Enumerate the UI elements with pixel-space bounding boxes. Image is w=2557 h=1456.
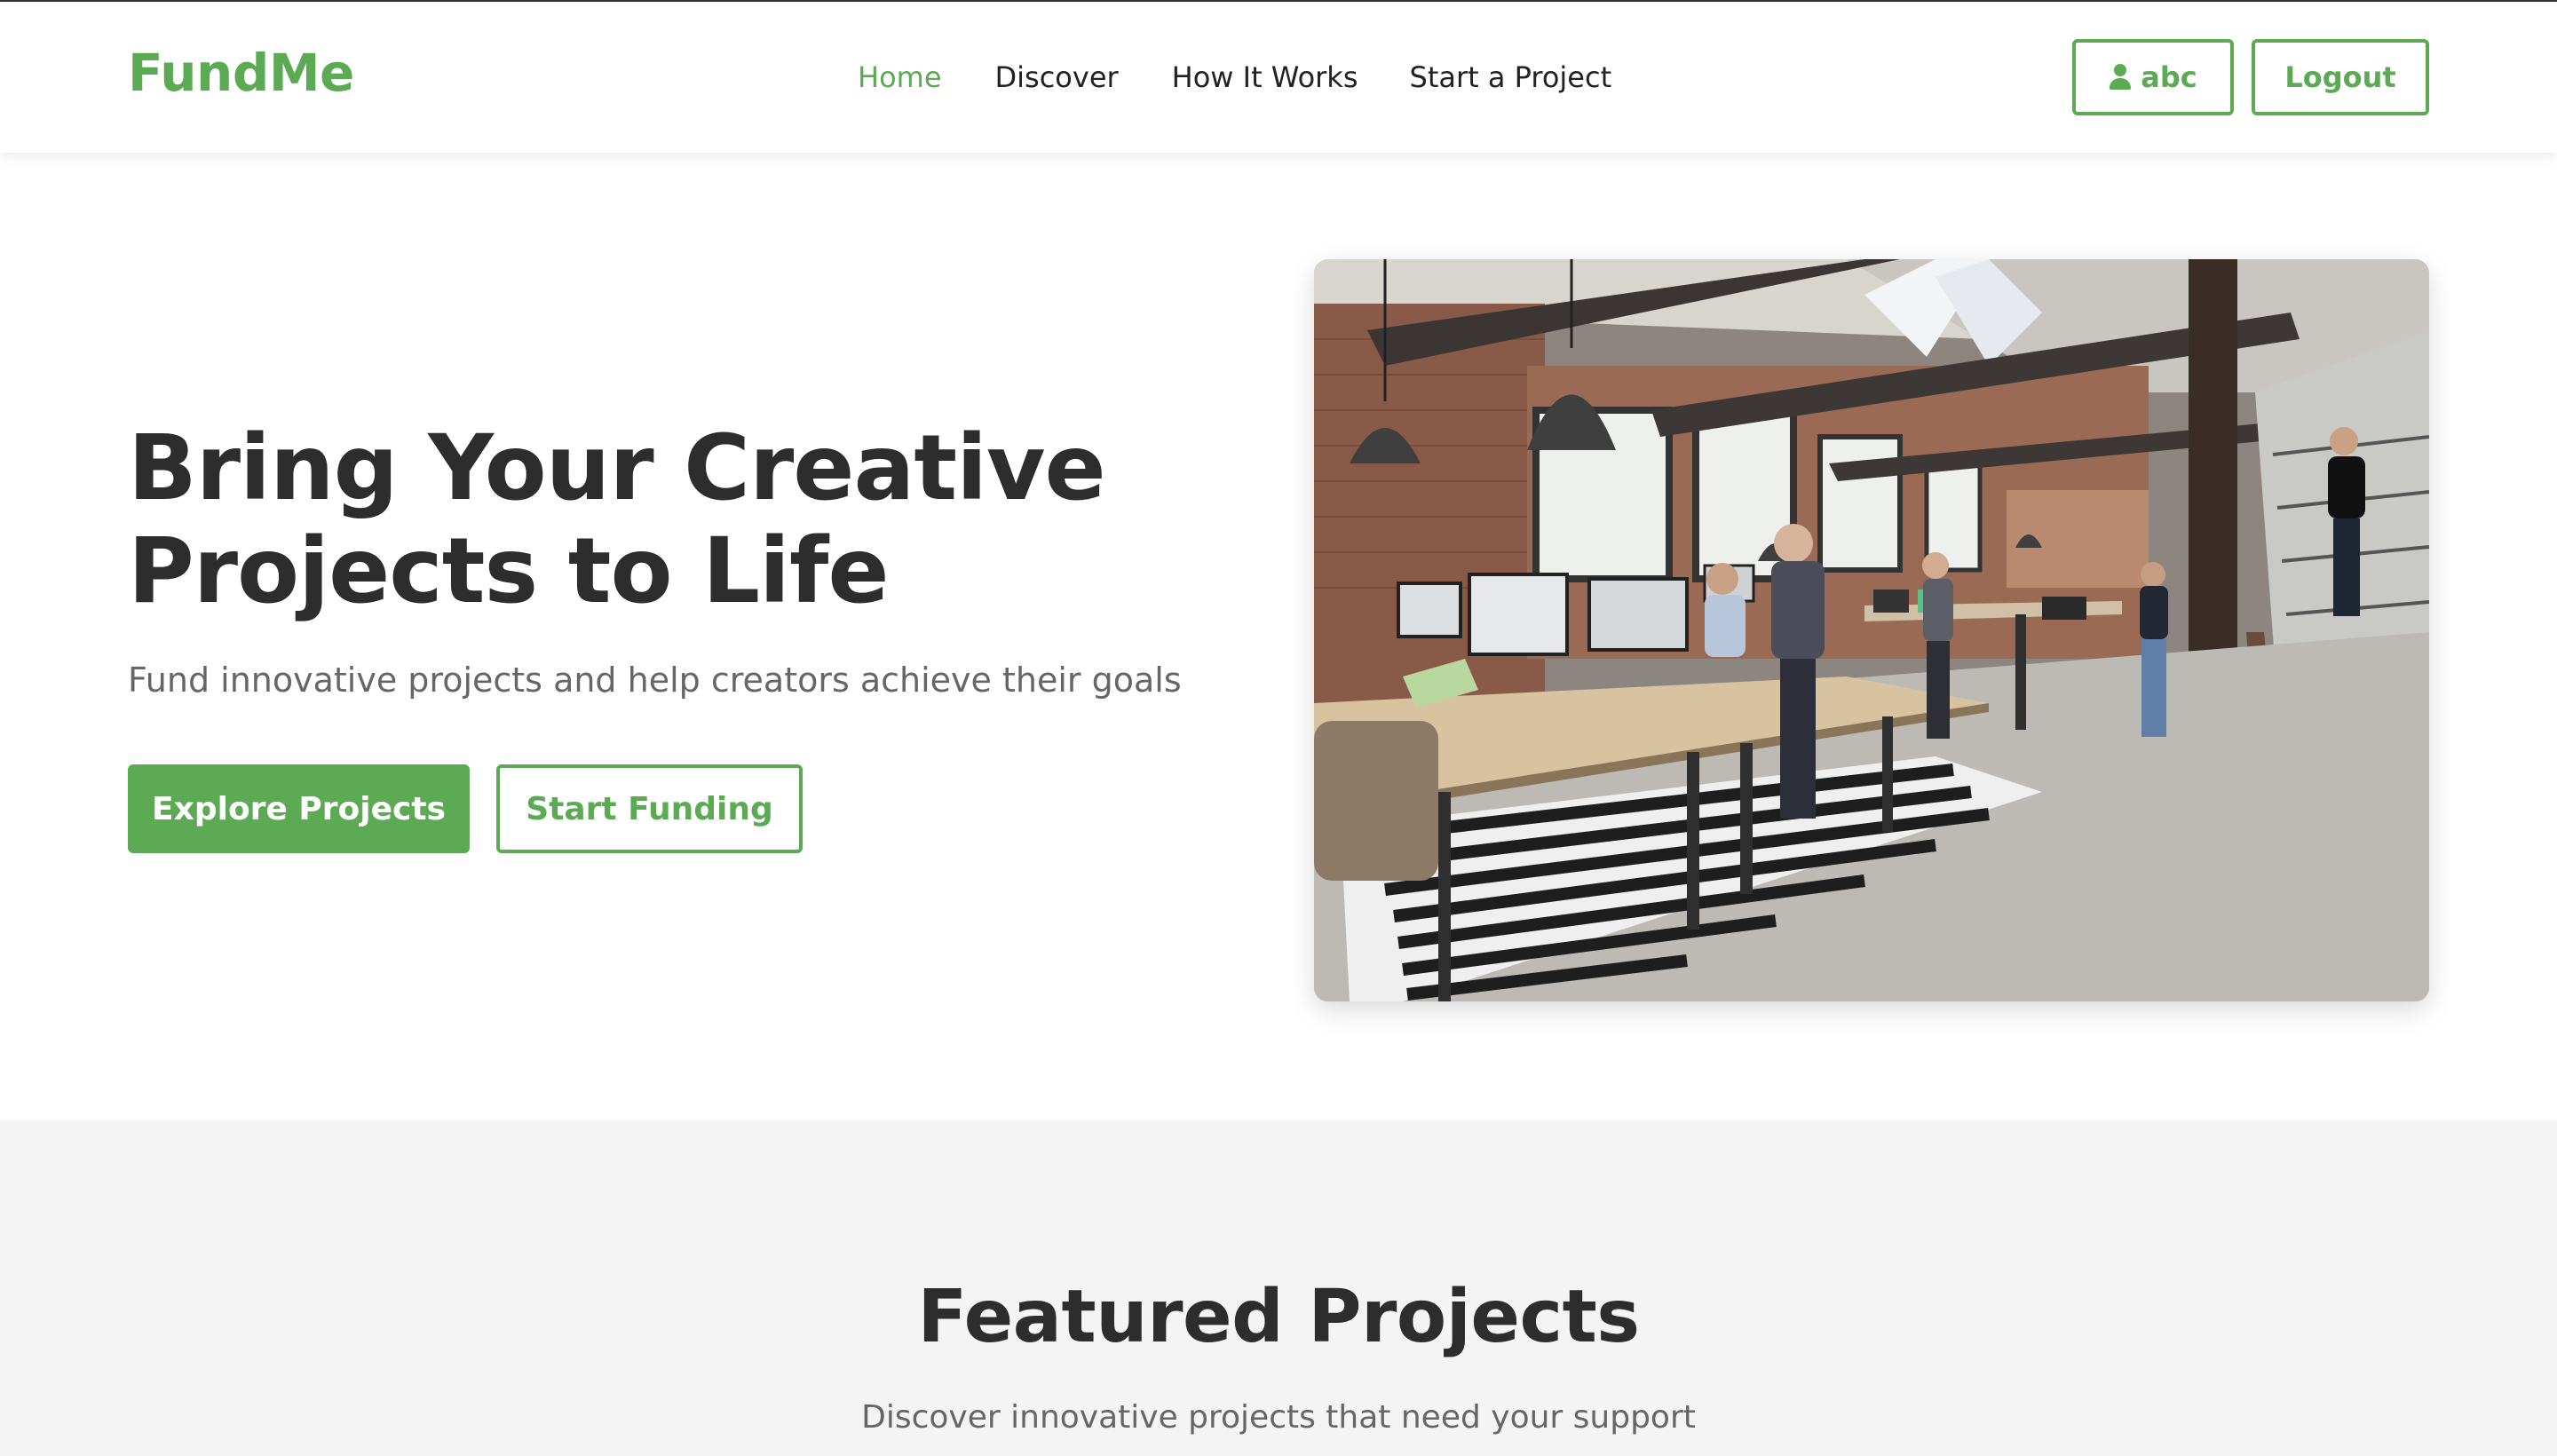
- hero-subtitle: Fund innovative projects and help creato…: [128, 661, 1182, 700]
- nav-home[interactable]: Home: [858, 60, 942, 94]
- explore-projects-button[interactable]: Explore Projects: [128, 764, 470, 853]
- hero-title-line-2: Projects to Life: [128, 518, 890, 624]
- hero-title: Bring Your Creative Projects to Life: [128, 417, 1193, 623]
- user-profile-button[interactable]: abc: [2072, 39, 2234, 115]
- nav-how-it-works[interactable]: How It Works: [1172, 60, 1358, 94]
- hero-image: [1314, 259, 2429, 1001]
- featured-title: Featured Projects: [917, 1275, 1640, 1359]
- hero-title-line-1: Bring Your Creative: [128, 415, 1106, 521]
- user-name: abc: [2141, 60, 2197, 94]
- start-funding-button[interactable]: Start Funding: [496, 764, 803, 853]
- nav-start-a-project[interactable]: Start a Project: [1410, 60, 1612, 94]
- nav-discover[interactable]: Discover: [995, 60, 1119, 94]
- main-nav: Home Discover How It Works Start a Proje…: [858, 60, 1611, 94]
- logo[interactable]: FundMe: [128, 43, 354, 103]
- user-icon: [2109, 64, 2132, 91]
- logout-button[interactable]: Logout: [2252, 39, 2429, 115]
- featured-subtitle: Discover innovative projects that need y…: [861, 1399, 1696, 1436]
- site-header: FundMe Home Discover How It Works Start …: [0, 2, 2557, 153]
